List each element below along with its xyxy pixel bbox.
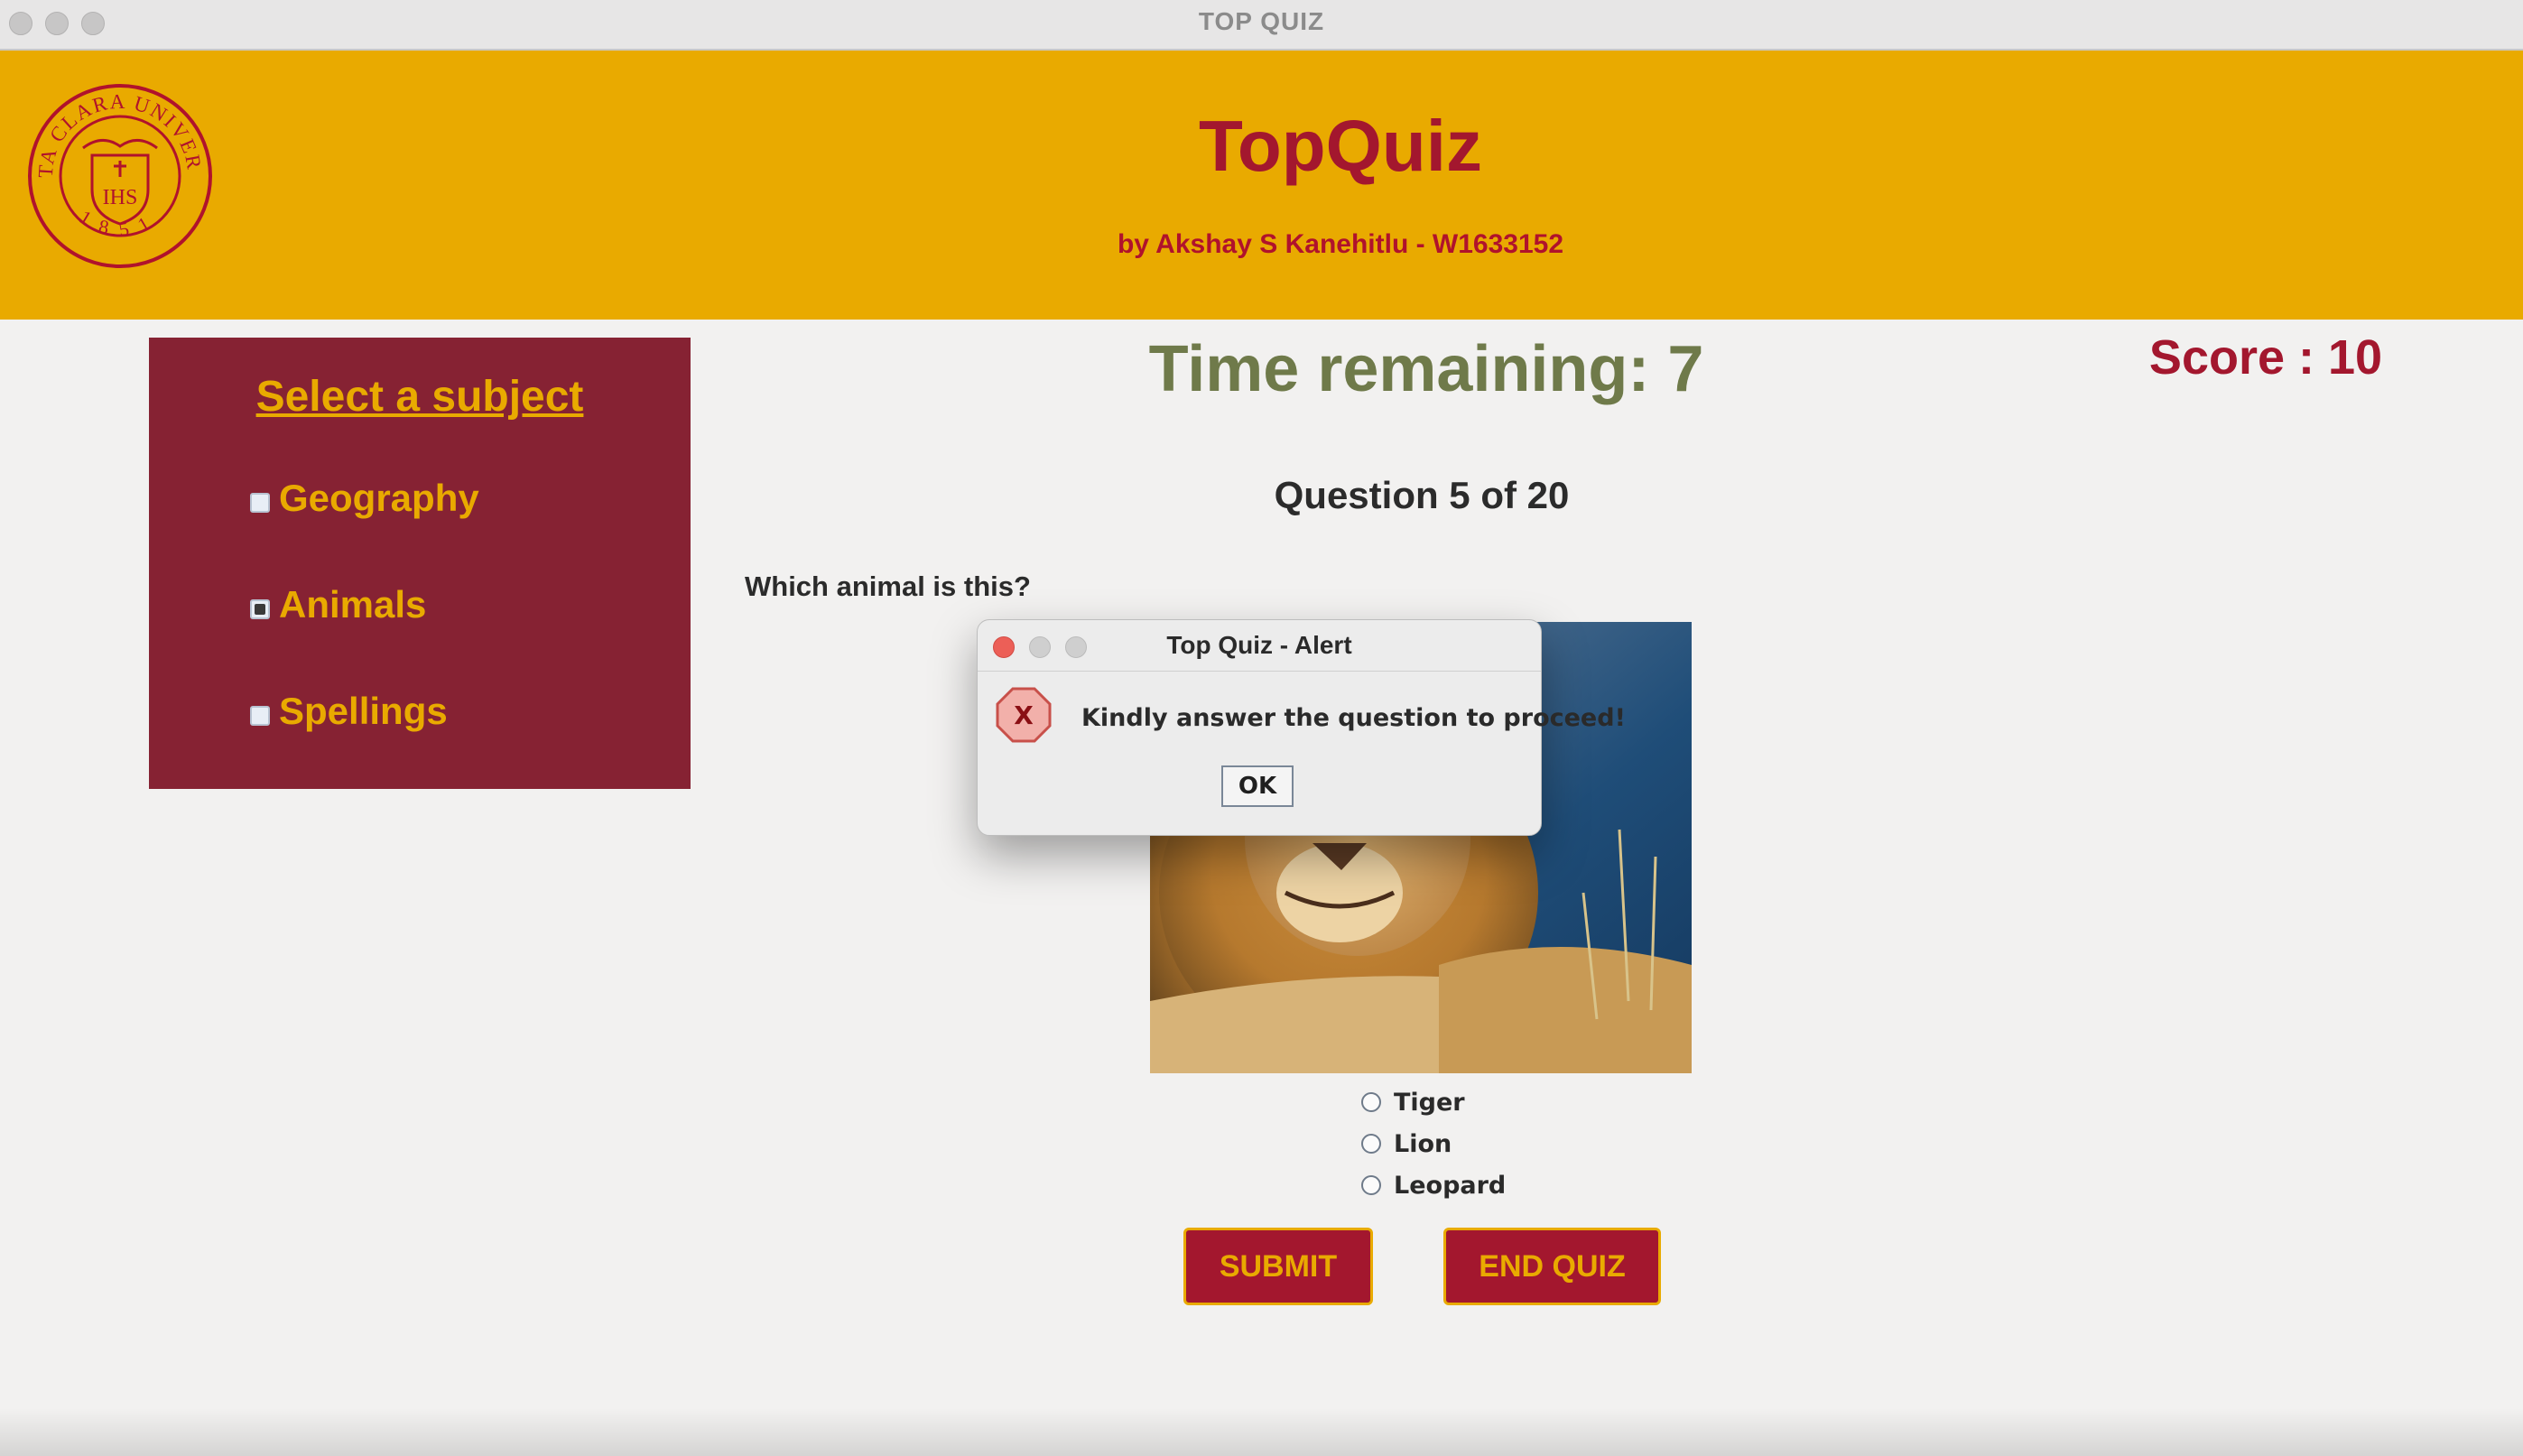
checkbox-icon[interactable] (250, 706, 270, 726)
app-title: TopQuiz (1199, 106, 1482, 186)
university-seal-logo: SANTA CLARA UNIVERSITY 1851 IHS (27, 83, 212, 268)
question-text: Which animal is this? (745, 570, 1031, 602)
header-banner: SANTA CLARA UNIVERSITY 1851 IHS TopQuiz … (0, 51, 2523, 320)
radio-icon[interactable] (1361, 1092, 1381, 1112)
ok-button[interactable]: OK (1221, 765, 1294, 807)
alert-dialog: Top Quiz - Alert X Kindly answer the que… (977, 619, 1626, 836)
option-label: Tiger (1394, 1089, 1465, 1117)
question-counter: Question 5 of 20 (1274, 474, 1570, 516)
radio-icon[interactable] (1361, 1175, 1381, 1195)
radio-icon[interactable] (1361, 1134, 1381, 1154)
svg-text:X: X (1014, 700, 1034, 730)
submit-button[interactable]: SUBMIT (1183, 1228, 1373, 1305)
option-label: Lion (1394, 1130, 1452, 1158)
app-subtitle: by Akshay S Kanehitlu - W1633152 (1117, 229, 1564, 259)
window-titlebar: TOP QUIZ (0, 0, 2523, 51)
dialog-message: Kindly answer the question to proceed! (1081, 704, 1626, 732)
window-title: TOP QUIZ (1198, 7, 1325, 35)
dialog-divider (978, 671, 1541, 672)
subject-label: Geography (279, 477, 479, 519)
subject-label: Spellings (279, 690, 448, 732)
error-icon: X (996, 687, 1052, 743)
end-quiz-button[interactable]: END QUIZ (1443, 1228, 1661, 1305)
option-label: Leopard (1394, 1172, 1507, 1200)
sidebar-heading: Select a subject (255, 373, 584, 421)
score-label: Score : 10 (2148, 330, 2383, 385)
time-remaining: Time remaining: 7 (1148, 333, 1704, 405)
window-bottom-edge (0, 1408, 2523, 1456)
svg-text:IHS: IHS (103, 186, 138, 209)
subject-sidebar: Select a subject Geography Animals Spell… (149, 338, 691, 789)
subject-label: Animals (279, 583, 427, 626)
dialog-title: Top Quiz - Alert (1166, 631, 1352, 659)
checkbox-icon[interactable] (250, 493, 270, 513)
checkbox-checked-icon[interactable] (250, 599, 270, 619)
